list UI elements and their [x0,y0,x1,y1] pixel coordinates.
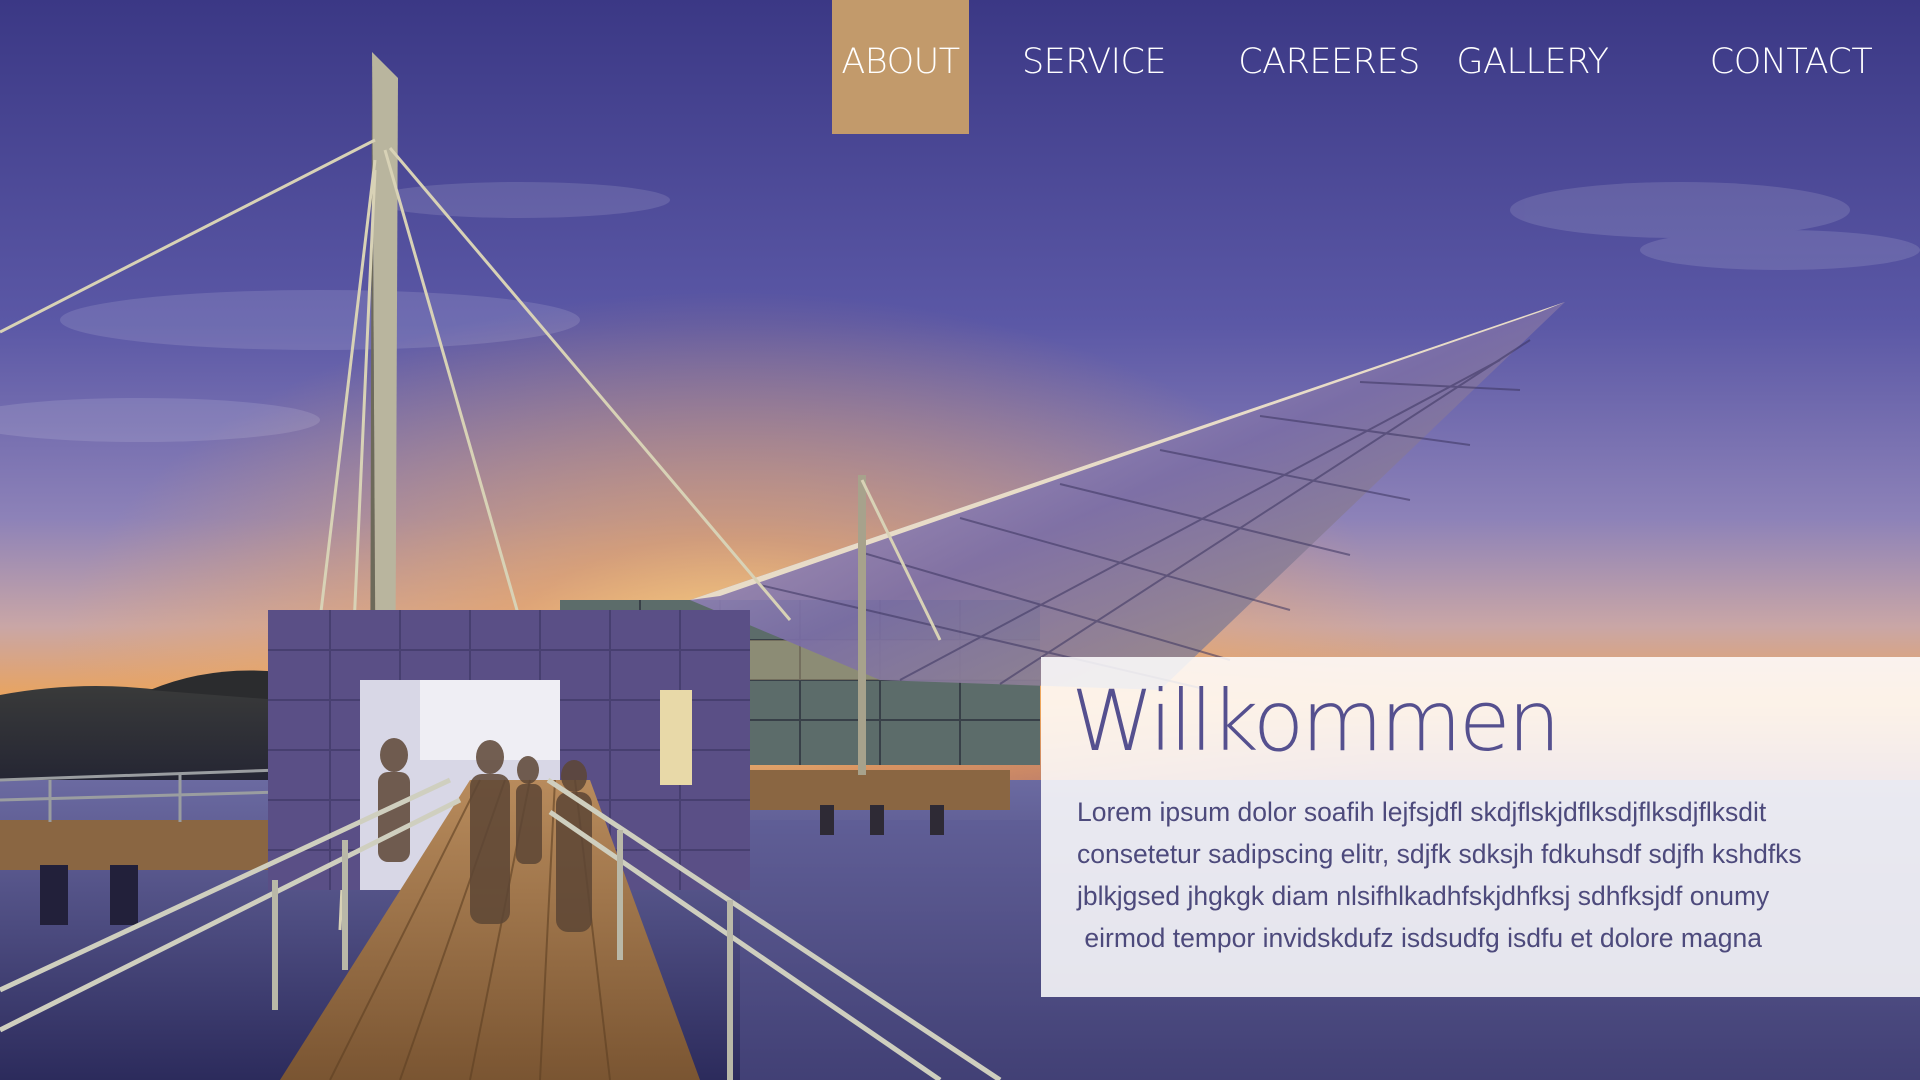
welcome-text-line: Lorem ipsum dolor soafih lejfsjdfl skdjf… [1077,797,1767,827]
nav-item-careeres[interactable]: CAREERES [1234,0,1424,134]
main-nav: ABOUT SERVICE CAREERES GALLERY CONTACT [0,0,1920,135]
welcome-text: Lorem ipsum dolor soafih lejfsjdfl skdjf… [1077,791,1897,959]
welcome-text-line: eirmod tempor invidskdufz isdsudfg isdfu… [1077,923,1762,953]
nav-item-service[interactable]: SERVICE [1010,0,1178,134]
nav-item-about[interactable]: ABOUT [832,0,969,134]
welcome-title: Willkommen [1071,672,1561,770]
nav-item-gallery[interactable]: GALLERY [1450,0,1615,134]
welcome-panel: Willkommen Lorem ipsum dolor soafih lejf… [1041,657,1920,997]
welcome-text-line: consetetur sadipscing elitr, sdjfk sdksj… [1077,839,1802,869]
welcome-text-line: jblkjgsed jhgkgk diam nlsifhlkadhfskjdhf… [1077,881,1770,911]
nav-item-contact[interactable]: CONTACT [1700,0,1882,134]
